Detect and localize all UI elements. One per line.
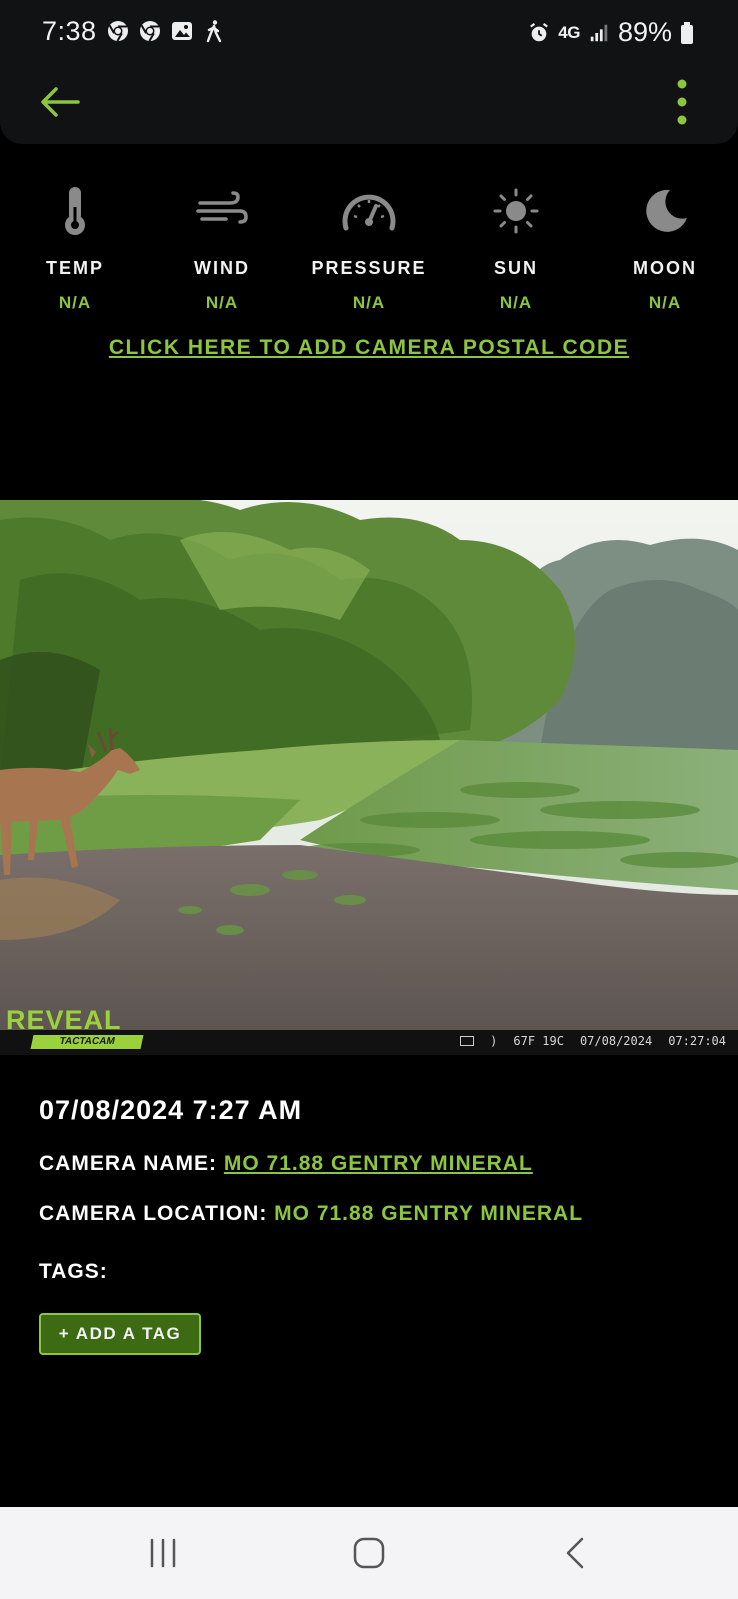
- add-tag-button[interactable]: + ADD A TAG: [39, 1313, 201, 1355]
- weather-value: N/A: [648, 293, 682, 312]
- signal-icon: [590, 24, 608, 41]
- arrow-left-icon: [41, 87, 80, 117]
- weather-wind: WIND N/A: [147, 182, 297, 313]
- system-nav-bar: [0, 1507, 738, 1599]
- weather-label: SUN: [493, 258, 538, 278]
- thermometer-icon: [65, 187, 85, 235]
- status-time: 7:38: [42, 16, 97, 46]
- logo-subtext: TACTACAM: [30, 1035, 144, 1049]
- weather-label: MOON: [633, 258, 697, 278]
- moon-stamp-icon: ): [490, 1034, 498, 1048]
- battery-icon: [681, 21, 693, 44]
- camera-location-row: CAMERA LOCATION: MO 71.88 GENTRY MINERAL: [39, 1202, 719, 1226]
- app-header: [0, 62, 738, 144]
- weather-label: TEMP: [45, 258, 104, 278]
- camera-location-label: CAMERA LOCATION:: [39, 1202, 268, 1225]
- camera-photo[interactable]: REVEAL TACTACAM ) 67F 19C 07/08/2024 07:…: [0, 500, 738, 1055]
- back-nav-button[interactable]: [552, 1533, 602, 1573]
- chevron-left-icon: [566, 1537, 584, 1569]
- weather-row: TEMP N/A WIND N/A PRESSURE N/A SUN N/A M…: [0, 182, 738, 322]
- logo-text: REVEAL: [6, 1005, 122, 1035]
- home-button[interactable]: [344, 1533, 394, 1573]
- photo-details: 07/08/2024 7:27 AM CAMERA NAME: MO 71.88…: [39, 1095, 719, 1284]
- weather-pressure: PRESSURE N/A: [294, 182, 444, 313]
- walking-icon: [206, 20, 222, 43]
- weather-moon: MOON N/A: [590, 182, 738, 313]
- chrome-icon: [140, 21, 160, 42]
- camera-name-label: CAMERA NAME:: [39, 1152, 218, 1175]
- status-icons-left: [106, 19, 226, 43]
- weather-value: N/A: [205, 293, 239, 312]
- tags-label: TAGS:: [39, 1260, 108, 1283]
- camera-name-row: CAMERA NAME: MO 71.88 GENTRY MINERAL: [39, 1152, 719, 1176]
- add-postal-code-link[interactable]: CLICK HERE TO ADD CAMERA POSTAL CODE: [0, 336, 738, 360]
- status-bar: 7:38 4G 89%: [0, 0, 738, 62]
- sun-icon: [493, 188, 539, 234]
- weather-sun: SUN N/A: [441, 182, 591, 313]
- weather-label: WIND: [194, 258, 250, 278]
- chrome-icon: [108, 21, 128, 42]
- more-menu-button[interactable]: [666, 72, 698, 132]
- network-type: 4G: [558, 22, 580, 42]
- weather-temp: TEMP N/A: [0, 182, 150, 313]
- gallery-icon: [172, 22, 192, 40]
- more-vertical-icon: [677, 79, 687, 125]
- photo-scene: [0, 500, 738, 1030]
- weather-label: PRESSURE: [311, 258, 427, 278]
- weather-value: N/A: [58, 293, 92, 312]
- camera-location-value: MO 71.88 GENTRY MINERAL: [274, 1202, 584, 1225]
- camera-name-link[interactable]: MO 71.88 GENTRY MINERAL: [224, 1152, 533, 1175]
- stamp-time: 07:27:04: [668, 1034, 726, 1048]
- stamp-temp: 67F 19C: [513, 1034, 564, 1048]
- battery-percent: 89%: [617, 17, 672, 47]
- back-button[interactable]: [38, 78, 86, 126]
- recent-apps-button[interactable]: [138, 1533, 188, 1573]
- battery-stamp-icon: [460, 1036, 475, 1046]
- photo-datetime: 07/08/2024 7:27 AM: [39, 1095, 303, 1125]
- home-icon: [353, 1537, 385, 1569]
- weather-value: N/A: [352, 293, 386, 312]
- weather-value: N/A: [499, 293, 533, 312]
- stamp-date: 07/08/2024: [579, 1034, 653, 1048]
- alarm-icon: [530, 22, 549, 41]
- wind-icon: [196, 191, 248, 224]
- reveal-logo: REVEAL TACTACAM: [4, 1006, 144, 1050]
- status-right: 4G 89%: [528, 17, 694, 48]
- gauge-icon: [342, 194, 396, 231]
- photo-stamp: ) 67F 19C 07/08/2024 07:27:04: [460, 1034, 726, 1048]
- moon-icon: [646, 189, 687, 232]
- recent-apps-icon: [150, 1538, 176, 1568]
